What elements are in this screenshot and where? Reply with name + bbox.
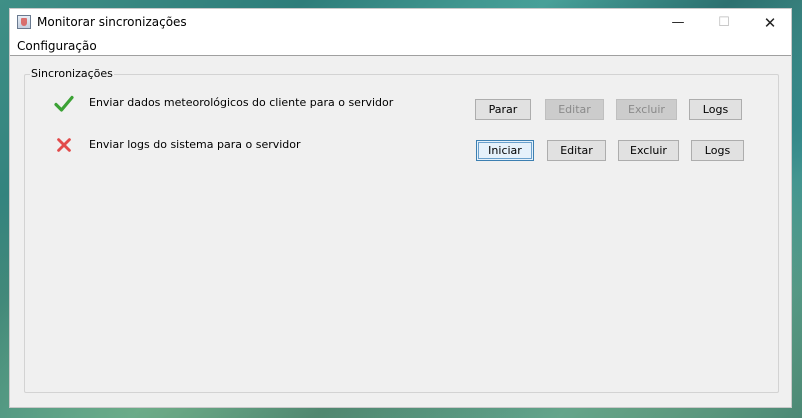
close-button[interactable]: ✕ <box>747 9 793 37</box>
title-bar[interactable]: Monitorar sincronizações — ☐ ✕ <box>10 9 791 37</box>
close-icon: ✕ <box>763 14 777 32</box>
logs-button[interactable]: Logs <box>691 140 744 161</box>
sync-label: Enviar dados meteorológicos do cliente p… <box>89 96 394 109</box>
sync-row: Enviar dados meteorológicos do cliente p… <box>10 90 791 120</box>
menu-bar: Configuração <box>10 37 791 56</box>
group-title: Sincronizações <box>30 67 114 80</box>
logs-button[interactable]: Logs <box>689 99 742 120</box>
sync-label: Enviar logs do sistema para o servidor <box>89 138 301 151</box>
sync-group-box <box>24 74 779 393</box>
menu-configuracao[interactable]: Configuração <box>17 39 97 53</box>
checkmark-icon <box>54 95 74 112</box>
maximize-icon: ☐ <box>718 15 730 30</box>
sync-row: Enviar logs do sistema para o servidor I… <box>10 132 791 162</box>
maximize-button[interactable]: ☐ <box>701 9 747 37</box>
minimize-icon: — <box>671 15 685 30</box>
main-content: Sincronizações Enviar dados meteorológic… <box>10 56 791 407</box>
stop-button[interactable]: Parar <box>475 99 531 120</box>
minimize-button[interactable]: — <box>655 9 701 37</box>
monitor-window: Monitorar sincronizações — ☐ ✕ Configura… <box>9 8 792 408</box>
start-button[interactable]: Iniciar <box>476 140 534 161</box>
cross-icon <box>57 138 71 152</box>
window-title: Monitorar sincronizações <box>37 15 187 29</box>
delete-button[interactable]: Excluir <box>616 99 677 120</box>
delete-button[interactable]: Excluir <box>618 140 679 161</box>
edit-button[interactable]: Editar <box>547 140 606 161</box>
java-app-icon <box>17 15 31 29</box>
edit-button[interactable]: Editar <box>545 99 604 120</box>
